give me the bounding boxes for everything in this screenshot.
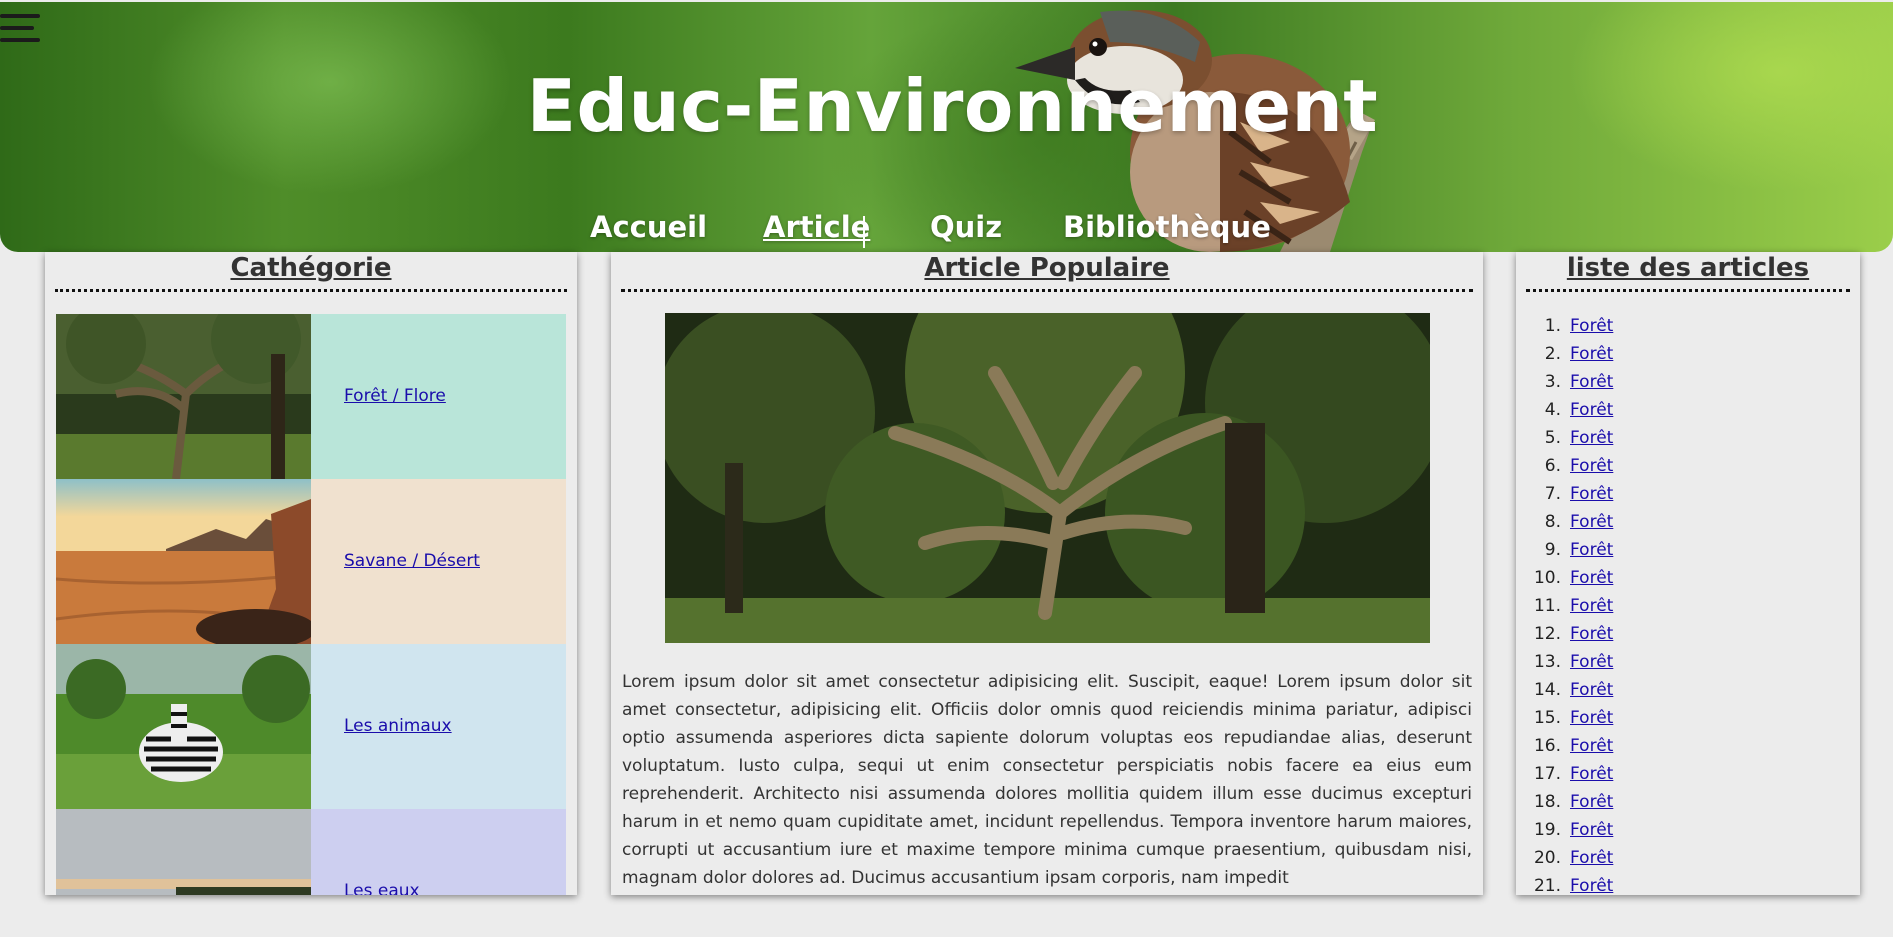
title-divider xyxy=(55,289,567,292)
article-forest-image xyxy=(665,313,1430,643)
nav-link-accueil[interactable]: Accueil xyxy=(590,210,707,244)
article-link-foret[interactable]: Forêt xyxy=(1570,596,1613,616)
title-divider xyxy=(1526,289,1850,292)
main-nav: Accueil Article Quiz Bibliothèque xyxy=(0,210,1893,254)
article-link-foret[interactable]: Forêt xyxy=(1570,540,1613,560)
category-row-animaux: Les animaux xyxy=(56,644,566,809)
list-item-number: 10. xyxy=(1533,568,1561,588)
article-link-foret[interactable]: Forêt xyxy=(1570,876,1613,895)
categories-title: Cathégorie xyxy=(230,253,392,283)
list-item-number: 9. xyxy=(1544,540,1561,560)
text-cursor xyxy=(863,216,865,248)
category-link-animaux[interactable]: Les animaux xyxy=(344,716,452,736)
article-title: Article Populaire xyxy=(924,253,1170,283)
article-link-foret[interactable]: Forêt xyxy=(1570,512,1613,532)
list-item-number: 1. xyxy=(1544,316,1561,336)
category-row-savane: Savane / Désert xyxy=(56,479,566,644)
list-item-number: 19. xyxy=(1533,820,1561,840)
article-link-foret[interactable]: Forêt xyxy=(1570,652,1613,672)
list-item-number: 8. xyxy=(1544,512,1561,532)
article-link-foret[interactable]: Forêt xyxy=(1570,428,1613,448)
article-link-foret[interactable]: Forêt xyxy=(1570,820,1613,840)
category-card: Les eaux xyxy=(311,809,566,895)
category-link-foret-flore[interactable]: Forêt / Flore xyxy=(344,386,446,406)
list-item-number: 14. xyxy=(1533,680,1561,700)
list-item-number: 16. xyxy=(1533,736,1561,756)
article-link-foret[interactable]: Forêt xyxy=(1570,344,1613,364)
article-link-foret[interactable]: Forêt xyxy=(1570,764,1613,784)
list-item-number: 17. xyxy=(1533,764,1561,784)
zebra-thumbnail xyxy=(56,644,311,809)
nav-link-bibliotheque[interactable]: Bibliothèque xyxy=(1063,210,1271,244)
category-card: Savane / Désert xyxy=(311,479,566,644)
water-thumbnail xyxy=(56,809,311,895)
list-item-number: 12. xyxy=(1533,624,1561,644)
articles-list-panel: liste des articles 1. Forêt 2. Forêt 3. Forêt… xyxy=(1516,252,1860,895)
list-item-number: 21. xyxy=(1533,876,1561,895)
article-body-text: Lorem ipsum dolor sit amet consectetur a… xyxy=(622,672,1472,888)
title-divider xyxy=(621,289,1473,292)
list-item-number: 13. xyxy=(1533,652,1561,672)
list-item-number: 6. xyxy=(1544,456,1561,476)
article-link-foret[interactable]: Forêt xyxy=(1570,792,1613,812)
article-link-foret[interactable]: Forêt xyxy=(1570,708,1613,728)
category-link-eaux[interactable]: Les eaux xyxy=(344,881,420,895)
list-item-number: 3. xyxy=(1544,372,1561,392)
article-panel: Article Populaire Lorem ipsum dolor sit … xyxy=(611,252,1483,895)
article-link-foret[interactable]: Forêt xyxy=(1570,680,1613,700)
forest-thumbnail xyxy=(56,314,311,479)
nav-link-article[interactable]: Article xyxy=(763,210,870,244)
article-link-foret[interactable]: Forêt xyxy=(1570,736,1613,756)
list-item-number: 18. xyxy=(1533,792,1561,812)
category-card: Les animaux xyxy=(311,644,566,809)
article-link-foret[interactable]: Forêt xyxy=(1570,624,1613,644)
category-link-savane-desert[interactable]: Savane / Désert xyxy=(344,551,480,571)
category-card: Forêt / Flore xyxy=(311,314,566,479)
nav-link-quiz[interactable]: Quiz xyxy=(930,210,1002,244)
category-row-eaux: Les eaux xyxy=(56,809,566,895)
articles-list-title: liste des articles xyxy=(1566,253,1810,283)
hamburger-menu-icon[interactable] xyxy=(0,14,40,54)
article-link-foret[interactable]: Forêt xyxy=(1570,400,1613,420)
site-title: Educ-Environnement xyxy=(526,64,1379,148)
article-link-foret[interactable]: Forêt xyxy=(1570,484,1613,504)
list-item-number: 20. xyxy=(1533,848,1561,868)
article-link-foret[interactable]: Forêt xyxy=(1570,316,1613,336)
list-item-number: 15. xyxy=(1533,708,1561,728)
list-item-number: 4. xyxy=(1544,400,1561,420)
desert-thumbnail xyxy=(56,479,311,644)
article-link-foret[interactable]: Forêt xyxy=(1570,568,1613,588)
article-link-foret[interactable]: Forêt xyxy=(1570,372,1613,392)
article-link-foret[interactable]: Forêt xyxy=(1570,456,1613,476)
list-item-number: 2. xyxy=(1544,344,1561,364)
category-row-foret: Forêt / Flore xyxy=(56,314,566,479)
list-item-number: 11. xyxy=(1533,596,1561,616)
list-item-number: 5. xyxy=(1544,428,1561,448)
list-item-number: 7. xyxy=(1544,484,1561,504)
article-link-foret[interactable]: Forêt xyxy=(1570,848,1613,868)
